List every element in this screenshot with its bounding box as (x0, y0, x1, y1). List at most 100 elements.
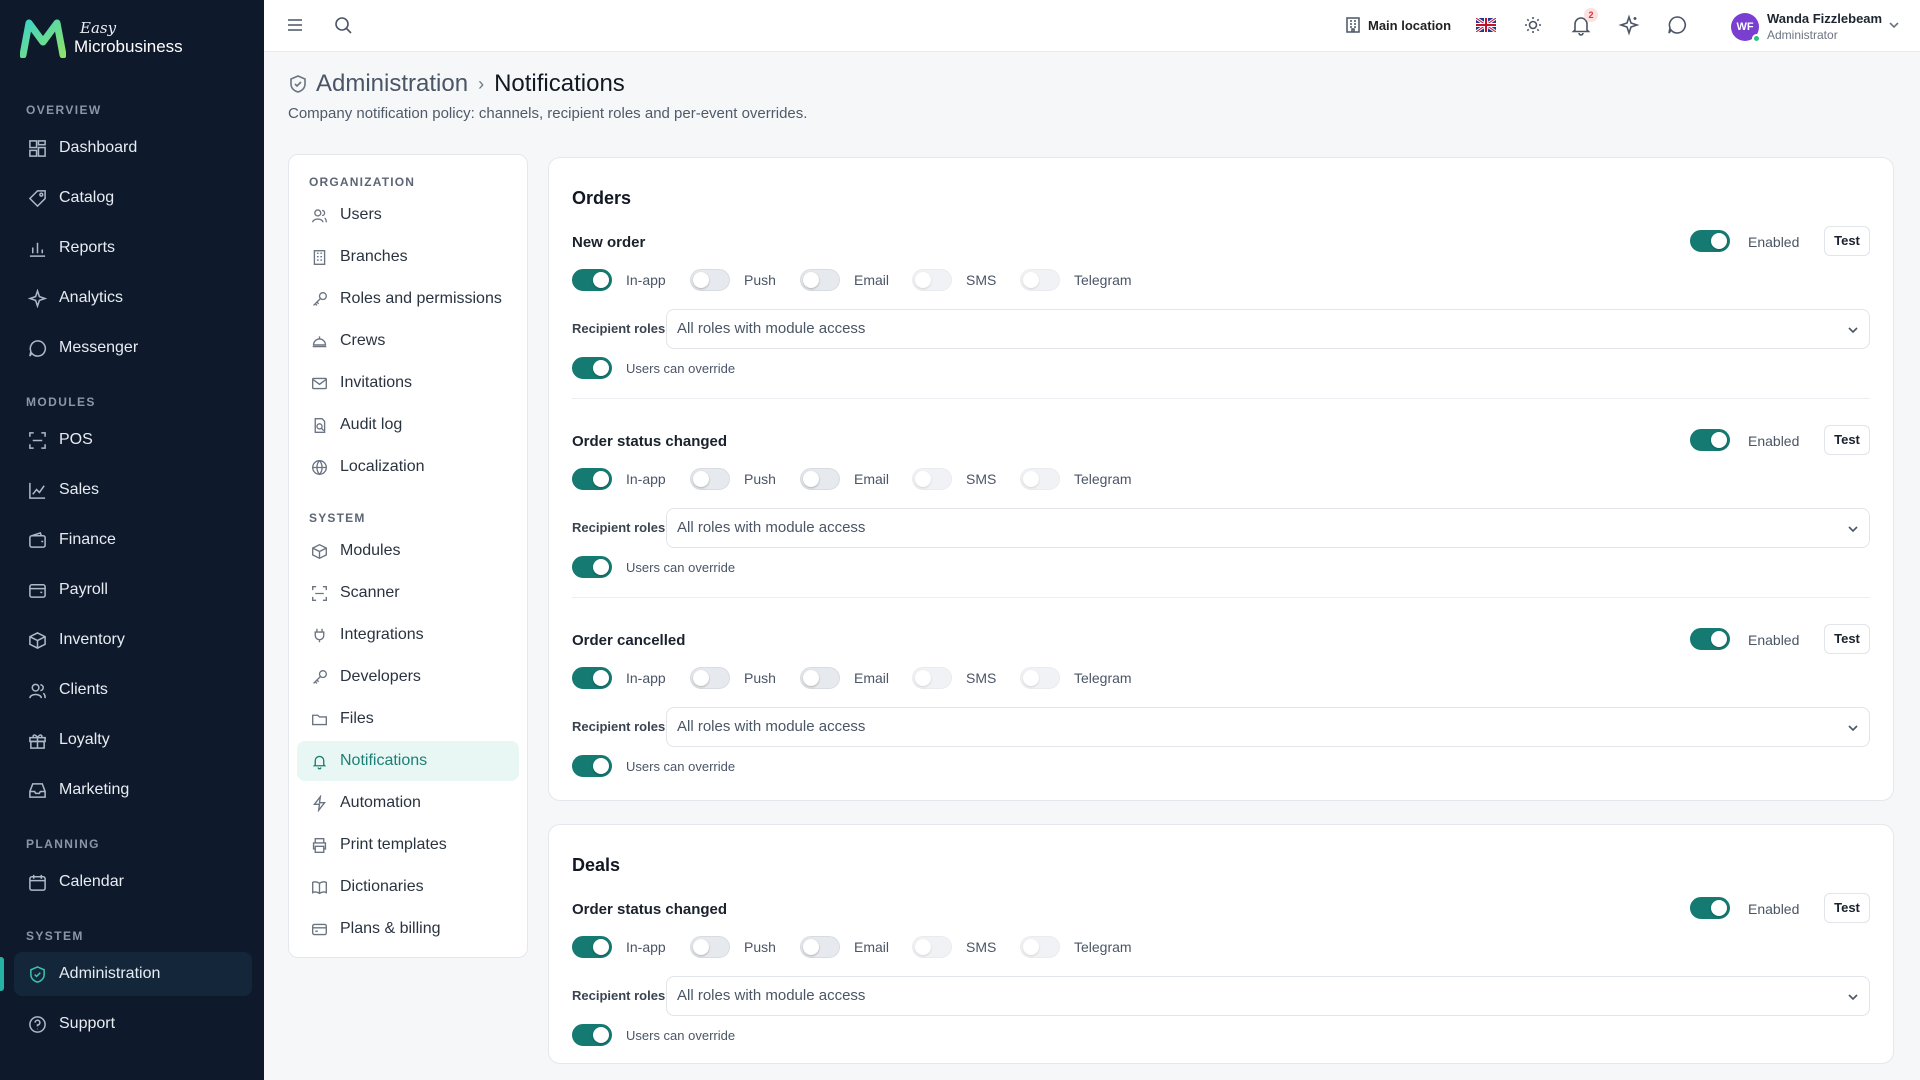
channel-label: Telegram (1074, 471, 1132, 487)
event-enabled-toggle[interactable] (1690, 230, 1730, 252)
settings-item-audit-log[interactable]: Audit log (297, 405, 519, 445)
channel-telegram-toggle[interactable] (1020, 269, 1060, 291)
location-selector[interactable]: Main location (1344, 16, 1451, 34)
nav-item-marketing[interactable]: Marketing (14, 768, 252, 812)
breadcrumb-parent[interactable]: Administration (316, 70, 468, 98)
channel-push-toggle[interactable] (690, 468, 730, 490)
nav-item-inventory[interactable]: Inventory (14, 618, 252, 662)
channel-label: Push (744, 670, 776, 686)
channel-push-toggle[interactable] (690, 667, 730, 689)
search-icon[interactable] (332, 14, 354, 36)
channel-email-toggle[interactable] (800, 468, 840, 490)
settings-item-scanner[interactable]: Scanner (297, 573, 519, 613)
channel-sms-toggle[interactable] (912, 936, 952, 958)
event-row: Order cancelled Enabled Test In-app Push… (572, 624, 1870, 800)
channel-sms-toggle[interactable] (912, 667, 952, 689)
channel-email-toggle[interactable] (800, 936, 840, 958)
channel-inapp-toggle[interactable] (572, 468, 612, 490)
event-divider (572, 398, 1870, 399)
chat-icon[interactable] (1666, 14, 1688, 36)
recipient-roles-select[interactable]: All roles with module access (666, 976, 1870, 1016)
settings-item-branches[interactable]: Branches (297, 237, 519, 277)
recipient-roles-select[interactable]: All roles with module access (666, 707, 1870, 747)
cube-icon (312, 543, 327, 559)
crew-icon (312, 335, 327, 347)
nav-item-administration[interactable]: Administration (14, 952, 252, 996)
users-override-toggle[interactable] (572, 1024, 612, 1046)
channel-inapp-toggle[interactable] (572, 936, 612, 958)
nav-item-sales[interactable]: Sales (14, 468, 252, 512)
settings-item-crews[interactable]: Crews (297, 321, 519, 361)
channel-label: Telegram (1074, 939, 1132, 955)
channel-inapp-toggle[interactable] (572, 269, 612, 291)
channel-email-toggle[interactable] (800, 667, 840, 689)
channel-telegram-toggle[interactable] (1020, 468, 1060, 490)
chevron-down-icon[interactable] (1888, 19, 1900, 31)
users-override-toggle[interactable] (572, 755, 612, 777)
nav-item-support[interactable]: Support (14, 1002, 252, 1046)
settings-item-notifications[interactable]: Notifications (297, 741, 519, 781)
settings-item-label: Crews (340, 332, 386, 349)
app-logo[interactable]: Easy Microbusiness (20, 18, 183, 58)
theme-sun-icon[interactable] (1522, 14, 1544, 36)
event-enabled-toggle[interactable] (1690, 628, 1730, 650)
channel-inapp-toggle[interactable] (572, 667, 612, 689)
ai-sparkle-icon[interactable] (1618, 14, 1640, 36)
recipient-roles-label: Recipient roles (572, 520, 666, 535)
settings-item-integrations[interactable]: Integrations (297, 615, 519, 655)
nav-item-label: Dashboard (59, 139, 138, 156)
settings-item-print-templates[interactable]: Print templates (297, 825, 519, 865)
nav-item-analytics[interactable]: Analytics (14, 276, 252, 320)
nav-item-reports[interactable]: Reports (14, 226, 252, 270)
test-button[interactable]: Test (1824, 893, 1870, 923)
users-override-label: Users can override (626, 361, 736, 376)
settings-item-roles[interactable]: Roles and permissions (297, 279, 519, 319)
test-button[interactable]: Test (1824, 624, 1870, 654)
nav-item-finance[interactable]: Finance (14, 518, 252, 562)
settings-item-dictionaries[interactable]: Dictionaries (297, 867, 519, 907)
settings-item-users[interactable]: Users (297, 195, 519, 235)
nav-item-dashboard[interactable]: Dashboard (14, 126, 252, 170)
nav-item-label: Analytics (59, 289, 124, 306)
users-override-toggle[interactable] (572, 357, 612, 379)
settings-item-invitations[interactable]: Invitations (297, 363, 519, 403)
settings-item-localization[interactable]: Localization (297, 447, 519, 487)
channel-email-toggle[interactable] (800, 269, 840, 291)
settings-item-modules[interactable]: Modules (297, 531, 519, 571)
uk-flag-icon[interactable] (1476, 18, 1496, 32)
nav-item-catalog[interactable]: Catalog (14, 176, 252, 220)
channel-label: In-app (626, 471, 666, 487)
channel-sms-toggle[interactable] (912, 468, 952, 490)
nav-item-payroll[interactable]: Payroll (14, 568, 252, 612)
user-name[interactable]: Wanda Fizzlebeam (1767, 11, 1882, 26)
channel-push-toggle[interactable] (690, 936, 730, 958)
settings-item-files[interactable]: Files (297, 699, 519, 739)
nav-item-pos[interactable]: POS (14, 418, 252, 462)
settings-item-developers[interactable]: Developers (297, 657, 519, 697)
user-role: Administrator (1767, 28, 1838, 42)
topbar: Main location 2 WF Wanda Fizzlebeam Admi… (264, 0, 1920, 52)
nav-item-calendar[interactable]: Calendar (14, 860, 252, 904)
test-button[interactable]: Test (1824, 226, 1870, 256)
settings-item-plans-billing[interactable]: Plans & billing (297, 909, 519, 949)
recipient-roles-select[interactable]: All roles with module access (666, 508, 1870, 548)
nav-item-loyalty[interactable]: Loyalty (14, 718, 252, 762)
users-override-toggle[interactable] (572, 556, 612, 578)
menu-icon[interactable] (284, 14, 306, 36)
event-enabled-toggle[interactable] (1690, 897, 1730, 919)
chevron-down-icon (1848, 994, 1858, 1001)
test-button[interactable]: Test (1824, 425, 1870, 455)
enabled-label: Enabled (1748, 632, 1800, 648)
nav-item-messenger[interactable]: Messenger (14, 326, 252, 370)
page-title: Notifications (494, 70, 625, 97)
channel-sms-toggle[interactable] (912, 269, 952, 291)
scan-icon (312, 585, 327, 601)
channel-telegram-toggle[interactable] (1020, 667, 1060, 689)
tag-icon (28, 189, 46, 207)
settings-item-automation[interactable]: Automation (297, 783, 519, 823)
channel-push-toggle[interactable] (690, 269, 730, 291)
event-enabled-toggle[interactable] (1690, 429, 1730, 451)
channel-telegram-toggle[interactable] (1020, 936, 1060, 958)
nav-item-clients[interactable]: Clients (14, 668, 252, 712)
recipient-roles-select[interactable]: All roles with module access (666, 309, 1870, 349)
